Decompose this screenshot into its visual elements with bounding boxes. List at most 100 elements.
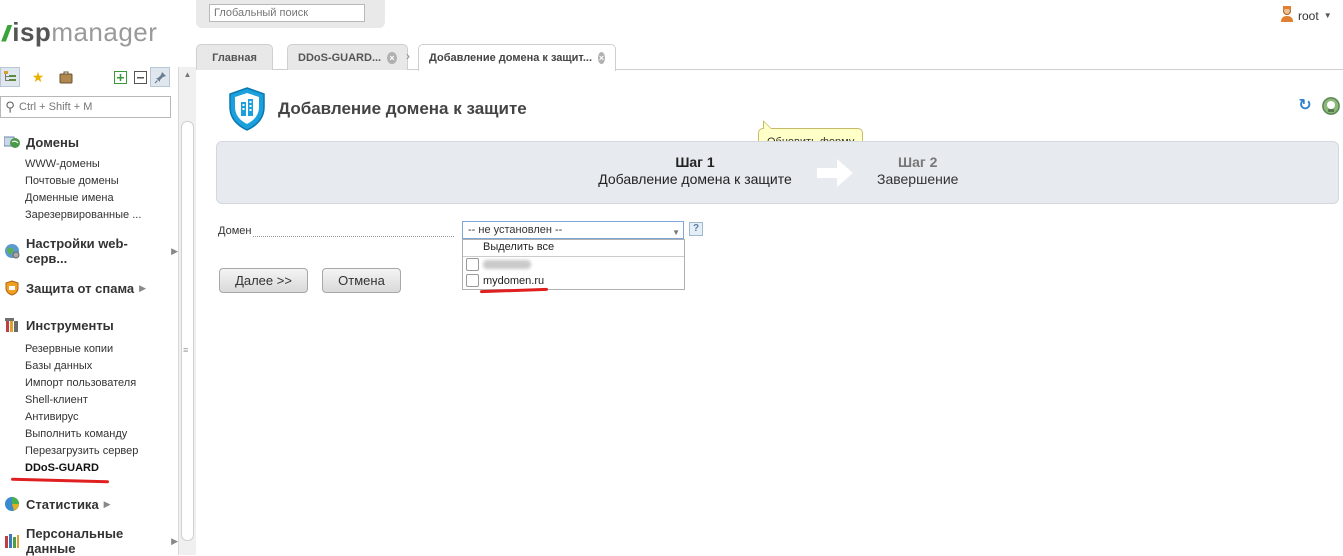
global-search-container (196, 0, 385, 28)
expand-all-icon[interactable] (110, 67, 130, 87)
menu-item-run-command[interactable]: Выполнить команду (25, 426, 127, 442)
menu-item-shell-client[interactable]: Shell-клиент (25, 392, 88, 408)
close-icon[interactable]: × (387, 51, 397, 64)
step-name: Завершение (877, 171, 959, 187)
chevron-right-icon: › (406, 49, 410, 63)
help-globe-icon[interactable] (1322, 97, 1340, 115)
menu-item-user-import[interactable]: Импорт пользователя (25, 375, 136, 391)
menu-group-title: Статистика (26, 496, 99, 512)
chevron-right-icon: ▶ (171, 245, 178, 256)
menu-group-title: Персональные данные (26, 526, 124, 556)
red-underline-annotation (10, 477, 110, 484)
chevron-right-icon: ▶ (139, 282, 147, 293)
step-number: Шаг 2 (898, 154, 938, 170)
menu-item-reboot-server[interactable]: Перезагрузить сервер (25, 443, 138, 459)
scrollbar-thumb[interactable] (181, 121, 194, 541)
favorites-star-icon[interactable]: ★ (28, 67, 48, 87)
dropdown-option-mydomen[interactable]: mydomen.ru (466, 274, 544, 287)
menu-item-antivirus[interactable]: Антивирус (25, 409, 78, 425)
domains-globe-icon (4, 134, 20, 150)
sidebar-toolbar: ★ (0, 67, 172, 89)
refresh-form-icon[interactable]: ↻ (1296, 97, 1314, 115)
step-1: Шаг 1 Добавление домена к защите (597, 154, 793, 187)
menu-group-web-server[interactable]: Настройки web-серв... ▶ (4, 236, 178, 266)
tab-ddos-guard[interactable]: DDoS-GUARD... × (287, 44, 408, 70)
menu-group-title: Защита от спама (26, 280, 135, 296)
dropdown-option-blurred[interactable] (466, 258, 531, 271)
chevron-right-icon: ▶ (103, 498, 111, 509)
label-leader-dots (253, 227, 454, 237)
dropdown-divider (463, 256, 684, 257)
global-search-input[interactable] (209, 4, 365, 22)
menu-search-box: ⚲ (0, 96, 171, 118)
tab-add-domain[interactable]: Добавление домена к защит... × (418, 44, 616, 71)
wizard-steps: Шаг 1 Добавление домена к защите Шаг 2 З… (216, 141, 1339, 204)
blurred-domain (483, 260, 531, 269)
form-header: Добавление домена к защите (228, 87, 527, 131)
field-help-icon[interactable]: ? (689, 222, 703, 236)
logo-suffix: manager (51, 17, 158, 47)
select-value: -- не установлен -- (468, 224, 563, 236)
briefcase-icon[interactable] (56, 67, 76, 87)
ispmanager-logo: // ispmanager (2, 17, 157, 49)
tools-icon (4, 317, 20, 333)
cancel-button[interactable]: Отмена (322, 268, 401, 293)
menu-group-title: Инструменты (26, 317, 114, 333)
ddos-guard-shield-icon (229, 87, 265, 131)
spam-shield-icon (4, 280, 20, 296)
select-all-option[interactable]: Выделить все (483, 241, 554, 253)
menu-item-mail-domains[interactable]: Почтовые домены (25, 173, 119, 189)
option-checkbox[interactable] (466, 274, 479, 287)
menu-item-reserved[interactable]: Зарезервированные ... (25, 207, 141, 223)
close-icon[interactable]: × (598, 52, 605, 64)
sidebar: // ispmanager ★ ⚲ Домены WWW- (0, 0, 196, 556)
tab-bar: Главная DDoS-GUARD... × › Добавление дом… (196, 44, 1343, 71)
menu-group-antispam[interactable]: Защита от спама ▶ (4, 278, 146, 298)
collapse-all-icon[interactable] (130, 67, 150, 87)
menu-item-databases[interactable]: Базы данных (25, 358, 92, 374)
next-button[interactable]: Далее >> (219, 268, 308, 293)
menu-item-ddos-guard[interactable]: DDoS-GUARD (25, 460, 99, 476)
tree-view-icon[interactable] (0, 67, 20, 87)
web-settings-globe-icon (4, 243, 20, 259)
statistics-pie-icon (4, 496, 20, 512)
resize-grip-icon[interactable]: ≡ (183, 345, 188, 355)
step-number: Шаг 1 (675, 154, 715, 170)
tab-label: Добавление домена к защит... (429, 52, 593, 64)
chevron-right-icon: ▶ (171, 535, 178, 546)
menu-group-tools[interactable]: Инструменты (4, 315, 114, 335)
personal-data-books-icon (4, 533, 20, 549)
menu-group-title: Настройки web-серв... (26, 236, 128, 266)
sidebar-scrollbar[interactable]: ▲ ≡ (178, 67, 196, 555)
chevron-down-icon: ▼ (1323, 11, 1332, 20)
menu-group-domains[interactable]: Домены (4, 132, 79, 152)
tab-label: DDoS-GUARD... (298, 51, 382, 64)
logo-mark-icon: // (2, 21, 10, 46)
logo-prefix: isp (12, 17, 52, 47)
menu-item-backups[interactable]: Резервные копии (25, 341, 113, 357)
user-avatar-icon (1280, 6, 1294, 25)
menu-item-www-domains[interactable]: WWW-домены (25, 156, 100, 172)
domain-select[interactable]: -- не установлен -- ▼ (462, 221, 684, 239)
page-title: Добавление домена к защите (278, 99, 527, 118)
arrow-right-icon (817, 159, 853, 187)
tab-label: Главная (212, 51, 257, 64)
menu-group-statistics[interactable]: Статистика ▶ (4, 494, 111, 514)
top-bar: root ▼ (196, 0, 1343, 42)
tab-main[interactable]: Главная (196, 44, 273, 70)
option-checkbox[interactable] (466, 258, 479, 271)
menu-group-personal-data[interactable]: Персональные данные ▶ (4, 526, 178, 556)
step-2: Шаг 2 Завершение (877, 154, 958, 187)
domain-field-label: Домен (218, 225, 454, 237)
menu-search-input[interactable] (19, 101, 169, 113)
search-icon: ⚲ (5, 99, 15, 114)
scroll-up-icon[interactable]: ▲ (179, 67, 196, 83)
domain-dropdown-list: Выделить все mydomen.ru (462, 239, 685, 290)
field-label-text: Домен (218, 225, 252, 237)
option-label: mydomen.ru (483, 274, 545, 287)
user-name: root (1298, 8, 1319, 23)
pin-icon[interactable] (150, 67, 170, 87)
user-menu[interactable]: root ▼ (1280, 6, 1332, 25)
menu-item-domain-names[interactable]: Доменные имена (25, 190, 114, 206)
menu-group-title: Домены (26, 134, 79, 150)
